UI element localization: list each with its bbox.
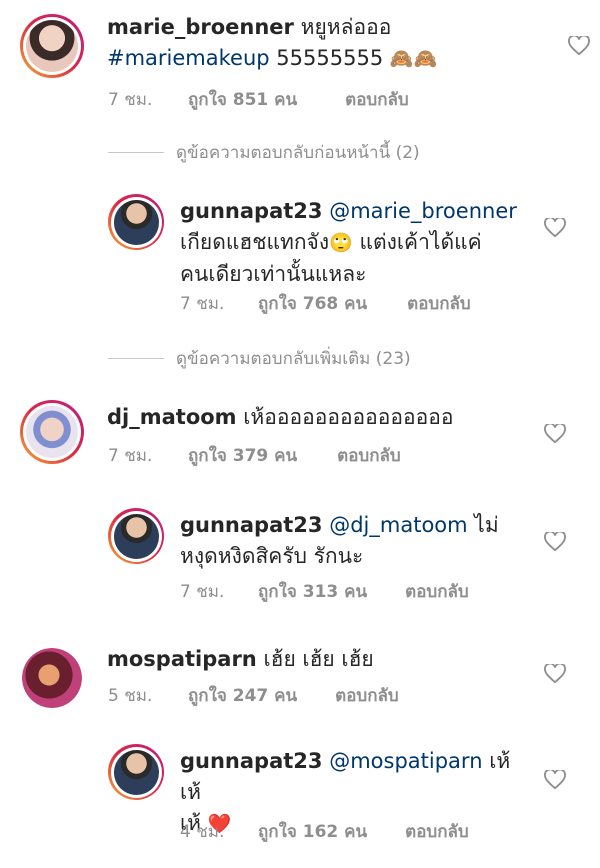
likes-count[interactable]: ถูกใจ 313 คน bbox=[258, 578, 367, 605]
divider-line bbox=[108, 151, 164, 153]
heart-outline-icon[interactable] bbox=[568, 36, 590, 56]
comment-time: 7 ชม. bbox=[108, 90, 153, 110]
comment-username[interactable]: marie_broenner bbox=[107, 15, 294, 39]
comment-time: 7 ชม. bbox=[180, 582, 225, 602]
rolling-eyes-emoji: 🙄 bbox=[329, 232, 353, 254]
likes-count[interactable]: ถูกใจ 162 คน bbox=[258, 818, 367, 845]
avatar[interactable] bbox=[20, 14, 84, 78]
monkey-emoji: 🙈🙈 bbox=[389, 48, 438, 70]
reply-button[interactable]: ตอบกลับ bbox=[407, 290, 471, 317]
comment-username[interactable]: gunnapat23 bbox=[180, 749, 323, 773]
heart-outline-icon[interactable] bbox=[544, 218, 566, 238]
likes-count[interactable]: ถูกใจ 379 คน bbox=[188, 442, 297, 469]
comment-meta: 7 ชม. ถูกใจ 768 คน ตอบกลับ bbox=[180, 290, 471, 317]
reply-gunnapat23-2: gunnapat23 @dj_matoom ไม่ หงุดหงิดสิครับ… bbox=[0, 504, 600, 614]
heart-outline-icon[interactable] bbox=[544, 532, 566, 552]
avatar[interactable] bbox=[20, 400, 84, 464]
likes-count[interactable]: ถูกใจ 851 คน bbox=[188, 86, 297, 113]
comment-meta: 7 ชม. ถูกใจ 313 คน ตอบกลับ bbox=[180, 578, 469, 605]
comment-time: 7 ชม. bbox=[108, 446, 153, 466]
comment-username[interactable]: mospatiparn bbox=[107, 647, 257, 671]
reply-button[interactable]: ตอบกลับ bbox=[405, 818, 469, 845]
comment-meta: 5 ชม. ถูกใจ 247 คน ตอบกลับ bbox=[108, 682, 399, 709]
reply-button[interactable]: ตอบกลับ bbox=[337, 442, 401, 469]
comment-meta: 4 ชม. ถูกใจ 162 คน ตอบกลับ bbox=[180, 818, 469, 845]
reply-button[interactable]: ตอบกลับ bbox=[335, 682, 399, 709]
comment-text: หยูหล่อออ bbox=[300, 15, 392, 39]
view-previous-replies[interactable]: ดูข้อความตอบกลับก่อนหน้านี้ (2) bbox=[108, 140, 420, 164]
avatar[interactable] bbox=[108, 194, 164, 250]
comment-time: 4 ชม. bbox=[180, 822, 225, 842]
comment-text-line2: หงุดหงิดสิครับ รักนะ bbox=[180, 544, 364, 568]
comment-text: ไม่ bbox=[474, 513, 499, 537]
comment-marie-broenner: marie_broenner หยูหล่อออ #mariemakeup 55… bbox=[0, 0, 600, 130]
comment-text-line3: คนเดียวเท่านั้นแหละ bbox=[180, 262, 367, 286]
comment-time: 7 ชม. bbox=[180, 294, 225, 314]
comment-text-rest: แต่งเค้าได้แค่ bbox=[359, 230, 482, 254]
heart-outline-icon[interactable] bbox=[544, 424, 566, 444]
likes-count[interactable]: ถูกใจ 768 คน bbox=[258, 290, 367, 317]
comment-text: เฮ้ย เฮ้ย เฮ้ย bbox=[263, 647, 374, 671]
comment-text: เกียดแฮชแทกจัง bbox=[180, 230, 330, 254]
reply-button[interactable]: ตอบกลับ bbox=[345, 86, 409, 113]
comment-time: 5 ชม. bbox=[108, 686, 153, 706]
comment-mospatiparn: mospatiparn เฮ้ย เฮ้ย เฮ้ย 5 ชม. ถูกใจ 2… bbox=[0, 640, 600, 720]
heart-outline-icon[interactable] bbox=[544, 770, 566, 790]
mention-link[interactable]: @dj_matoom bbox=[329, 513, 467, 537]
hashtag-link[interactable]: #mariemakeup bbox=[107, 46, 270, 70]
comment-dj-matoom: dj_matoom เห้อออออออออออออออ 7 ชม. ถูกใจ… bbox=[0, 396, 600, 486]
avatar[interactable] bbox=[108, 744, 164, 800]
comment-meta: 7 ชม. ถูกใจ 379 คน ตอบกลับ bbox=[108, 442, 401, 469]
mention-link[interactable]: @marie_broenner bbox=[329, 199, 517, 223]
likes-count[interactable]: ถูกใจ 247 คน bbox=[188, 682, 297, 709]
comment-meta: 7 ชม. ถูกใจ 851 คน ตอบกลับ bbox=[108, 86, 409, 113]
reply-gunnapat23-3: gunnapat23 @mospatiparn เห้ เห้ เห้ ❤️ 4… bbox=[0, 740, 600, 850]
view-previous-replies-label: ดูข้อความตอบกลับก่อนหน้านี้ (2) bbox=[176, 142, 420, 163]
divider-line bbox=[108, 357, 164, 359]
comment-username[interactable]: gunnapat23 bbox=[180, 199, 323, 223]
comment-username[interactable]: gunnapat23 bbox=[180, 513, 323, 537]
heart-outline-icon[interactable] bbox=[544, 664, 566, 684]
comment-text: เห้อออออออออออออออ bbox=[243, 405, 454, 429]
comment-text-rest: 55555555 bbox=[276, 46, 384, 70]
view-more-replies-label: ดูข้อความตอบกลับเพิ่มเติม (23) bbox=[176, 348, 411, 369]
avatar[interactable] bbox=[22, 648, 82, 708]
comment-username[interactable]: dj_matoom bbox=[107, 405, 237, 429]
avatar[interactable] bbox=[108, 508, 164, 564]
mention-link[interactable]: @mospatiparn bbox=[329, 749, 482, 773]
view-more-replies[interactable]: ดูข้อความตอบกลับเพิ่มเติม (23) bbox=[108, 346, 411, 370]
reply-button[interactable]: ตอบกลับ bbox=[405, 578, 469, 605]
reply-gunnapat23-1: gunnapat23 @marie_broenner เกียดแฮชแทกจั… bbox=[0, 190, 600, 320]
